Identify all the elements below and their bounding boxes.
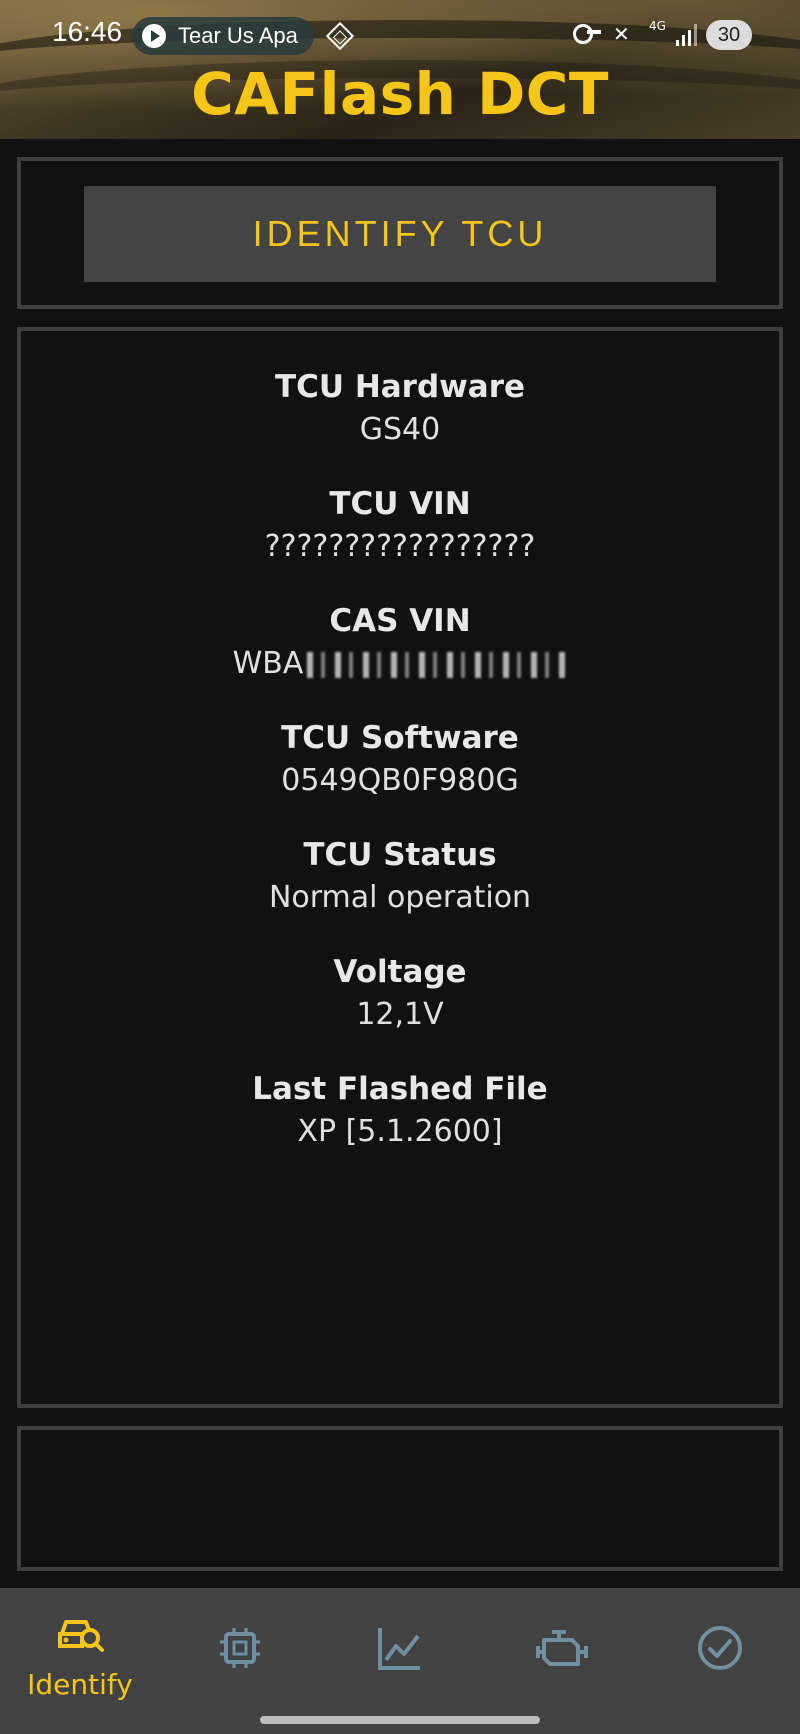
status-value: Normal operation [268,880,532,915]
bottom-navigation: Identify [0,1588,800,1734]
log-panel [17,1426,783,1571]
nav-identify-label: Identify [27,1668,133,1701]
media-title: Tear Us Apa [178,23,298,48]
software-label: TCU Software [281,720,519,756]
status-label: TCU Status [303,837,497,873]
nav-chart[interactable] [320,1588,480,1708]
voltage-label: Voltage [333,954,467,990]
hardware-value: GS40 [359,412,441,447]
info-tcu-vin: TCU VIN ????????????????? [21,482,779,568]
info-voltage: Voltage 12,1V [21,950,779,1036]
software-value: 0549QB0F980G [281,763,519,798]
nav-chip[interactable] [160,1588,320,1708]
media-notification-pill[interactable]: Tear Us Apa [132,17,314,55]
engine-icon [536,1630,588,1666]
status-time: 16:46 [52,16,123,47]
signal-strength-icon [676,24,698,46]
hardware-label: TCU Hardware [274,369,526,405]
last-flashed-file-label: Last Flashed File [252,1071,548,1107]
car-search-icon [58,1620,104,1652]
tcu-vin-label: TCU VIN [329,486,471,522]
nav-engine[interactable] [480,1588,640,1708]
navigation-diamond-icon [325,21,355,51]
vpn-key-icon [573,24,603,44]
voltage-value: 12,1V [356,997,444,1032]
chip-icon [220,1628,260,1668]
check-circle-icon [698,1626,742,1670]
last-flashed-file-value: XP [5.1.2600] [297,1114,503,1149]
info-software: TCU Software 0549QB0F980G [21,716,779,802]
app-header: 16:46 Tear Us Apa ✕ 4G 30 CAFlash DCT [0,0,800,139]
home-indicator[interactable] [260,1716,540,1724]
info-status: TCU Status Normal operation [21,833,779,919]
tcu-info-panel: TCU Hardware GS40 TCU VIN ??????????????… [17,327,783,1408]
cas-vin-label: CAS VIN [329,603,471,639]
play-icon [142,24,166,48]
nav-check[interactable] [640,1588,800,1708]
tcu-vin-value: ????????????????? [264,529,536,564]
nav-identify[interactable]: Identify [0,1588,160,1708]
info-cas-vin: CAS VIN WBA [21,599,779,685]
info-hardware: TCU Hardware GS40 [21,365,779,451]
chart-icon [378,1628,420,1670]
info-last-flashed-file: Last Flashed File XP [5.1.2600] [21,1067,779,1153]
cas-vin-prefix: WBA [232,646,304,681]
battery-indicator: 30 [706,20,752,50]
network-type-icon: 4G [649,19,666,33]
action-panel: IDENTIFY TCU [17,157,783,309]
app-title: CAFlash DCT [191,60,609,128]
cas-vin-value: WBA [21,643,779,685]
identify-tcu-button[interactable]: IDENTIFY TCU [84,186,716,282]
vin-redacted-area [307,651,568,678]
mute-icon: ✕ [613,22,630,46]
